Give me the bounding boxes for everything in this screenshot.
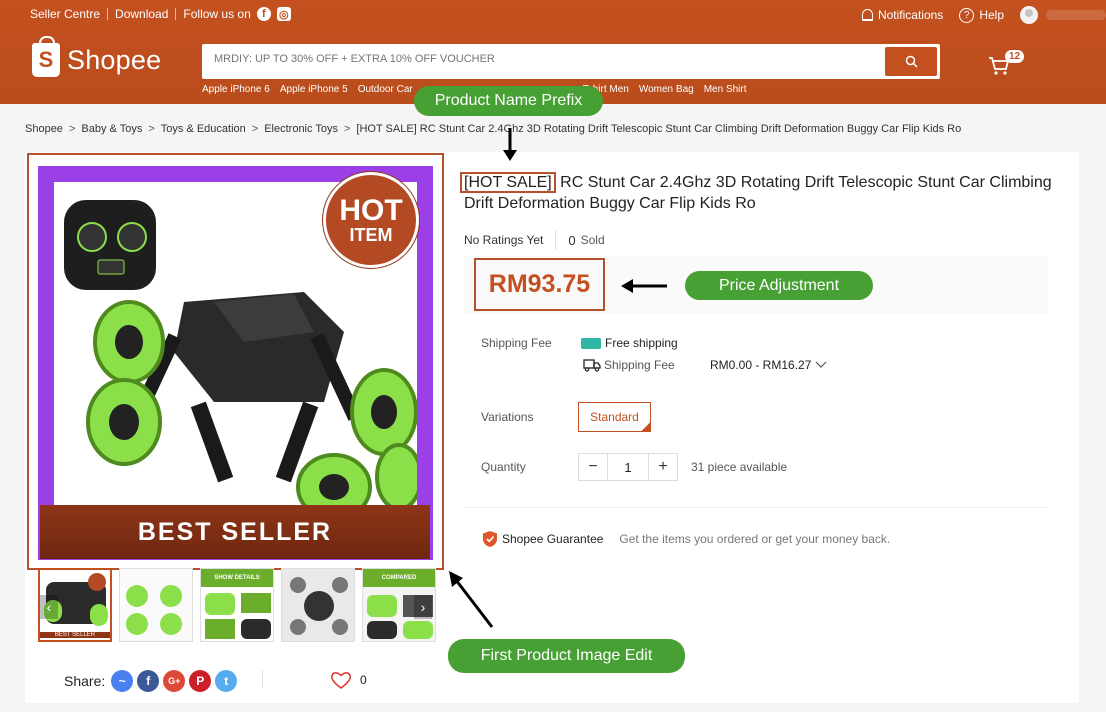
divider	[262, 670, 263, 688]
free-shipping: Free shipping	[581, 336, 678, 350]
cart-count-badge: 12	[1005, 50, 1025, 63]
thumbnail[interactable]	[119, 568, 193, 642]
logo-text: Shopee	[67, 44, 162, 75]
chevron-right-icon: >	[68, 123, 76, 135]
sold-count: 0	[568, 232, 576, 248]
avatar[interactable]	[1020, 6, 1038, 24]
shopee-logo[interactable]: S Shopee	[32, 36, 162, 77]
arrow-left-icon	[621, 279, 667, 293]
divider	[464, 507, 1048, 508]
arrow-down-icon	[503, 128, 517, 161]
search-hint[interactable]: Outdoor Car	[358, 84, 413, 95]
free-shipping-icon	[581, 337, 601, 349]
follow-us-label: Follow us on	[183, 7, 251, 21]
image-highlight-box	[27, 153, 444, 570]
search-hint[interactable]: Apple iPhone 6	[202, 84, 270, 95]
shipping-fee-dropdown[interactable]: RM0.00 - RM16.27	[710, 358, 827, 372]
notifications-label: Notifications	[877, 8, 944, 22]
breadcrumb-item[interactable]: Toys & Education	[161, 123, 246, 135]
shopping-bag-icon: S	[32, 36, 60, 77]
annotation-prefix-label: Product Name Prefix	[414, 86, 603, 116]
download-link[interactable]: Download	[115, 7, 168, 21]
annotation-price-label: Price Adjustment	[685, 271, 873, 300]
thumbnail-label: COMPARED	[381, 575, 417, 581]
thumbnail-label: SHOW DETAILS	[214, 575, 260, 581]
product-title: [HOT SALE] RC Stunt Car 2.4Ghz 3D Rotati…	[460, 172, 1064, 214]
search-icon	[905, 55, 918, 68]
divider	[555, 230, 557, 250]
thumbnail-label: BEST SELLER	[40, 632, 110, 638]
breadcrumb-item[interactable]: Shopee	[25, 123, 63, 135]
quantity-label: Quantity	[481, 460, 526, 474]
twitter-icon[interactable]: t	[215, 670, 238, 692]
search-hint[interactable]: Apple iPhone 5	[280, 84, 348, 95]
search-input[interactable]	[214, 53, 874, 65]
free-shipping-text: Free shipping	[605, 336, 678, 350]
chevron-left-icon[interactable]: ‹	[40, 595, 58, 619]
share-bar: Share: ~ f G+ P t	[64, 670, 238, 692]
chevron-right-icon: >	[251, 123, 259, 135]
breadcrumb-current: [HOT SALE] RC Stunt Car 2.4Ghz 3D Rotati…	[356, 123, 962, 135]
help-link[interactable]: ? Help	[959, 7, 1004, 23]
increase-button[interactable]: +	[649, 454, 677, 480]
ratings-row: No Ratings Yet 0 Sold	[464, 230, 605, 250]
breadcrumb: Shopee > Baby & Toys > Toys & Education …	[25, 123, 961, 135]
notifications-link[interactable]: Notifications	[861, 8, 944, 22]
stock-available: 31 piece available	[691, 460, 788, 474]
chevron-right-icon: >	[148, 123, 155, 135]
bell-icon	[861, 9, 873, 21]
instagram-icon[interactable]: ◎	[276, 7, 291, 21]
seller-centre-link[interactable]: Seller Centre	[30, 7, 100, 21]
variation-option-standard[interactable]: Standard	[578, 402, 651, 432]
facebook-icon[interactable]: f	[256, 7, 271, 21]
chevron-right-icon: >	[343, 123, 351, 135]
username[interactable]	[1046, 10, 1106, 20]
top-right-menu: Notifications ? Help	[861, 6, 1106, 24]
breadcrumb-item[interactable]: Baby & Toys	[81, 123, 142, 135]
help-icon: ?	[959, 7, 975, 23]
chevron-down-icon	[815, 361, 827, 368]
divider	[107, 8, 109, 20]
search-hint[interactable]: Women Bag	[639, 84, 694, 95]
google-plus-icon[interactable]: G+	[163, 670, 186, 692]
ratings-text: No Ratings Yet	[464, 233, 544, 247]
facebook-icon[interactable]: f	[137, 670, 160, 692]
search-bar	[202, 44, 940, 79]
truck-icon	[583, 359, 601, 372]
annotation-image-label: First Product Image Edit	[448, 639, 685, 673]
like-button[interactable]: 0	[330, 670, 367, 690]
guarantee-title: Shopee Guarantee	[502, 532, 604, 546]
breadcrumb-item[interactable]: Electronic Toys	[264, 123, 338, 135]
decrease-button[interactable]: −	[579, 454, 607, 480]
shipping-range: RM0.00 - RM16.27	[710, 358, 812, 372]
sold-label: Sold	[580, 233, 605, 247]
shipping-label: Shipping Fee	[481, 336, 552, 350]
chevron-right-icon[interactable]: ›	[414, 595, 432, 619]
thumbnail-strip: BEST SELLER SHOW DETAILS COMPARED	[38, 568, 436, 642]
thumbnail[interactable]: SHOW DETAILS	[200, 568, 274, 642]
quantity-input[interactable]: 1	[607, 454, 649, 480]
shipping-fee-label: Shipping Fee	[604, 358, 675, 372]
search-button[interactable]	[885, 47, 937, 76]
thumbnail[interactable]	[281, 568, 355, 642]
shield-icon	[483, 531, 497, 547]
messenger-icon[interactable]: ~	[111, 670, 134, 692]
product-title-prefix: [HOT SALE]	[460, 172, 556, 193]
shipping-fee-row: Shipping Fee	[583, 358, 675, 372]
search-hint[interactable]: Men Shirt	[704, 84, 747, 95]
heart-icon	[331, 672, 351, 689]
product-price: RM93.75	[474, 258, 605, 311]
variations-label: Variations	[481, 410, 534, 424]
help-label: Help	[979, 8, 1004, 22]
share-label: Share:	[64, 673, 106, 689]
guarantee-text: Get the items you ordered or get your mo…	[619, 532, 891, 546]
divider	[175, 8, 177, 20]
top-bar: Seller Centre Download Follow us on f ◎	[30, 7, 291, 21]
quantity-stepper: − 1 +	[578, 453, 678, 481]
like-count: 0	[360, 673, 367, 687]
pinterest-icon[interactable]: P	[189, 670, 212, 692]
shopee-guarantee[interactable]: Shopee Guarantee Get the items you order…	[482, 530, 890, 548]
arrow-up-left-icon	[449, 571, 494, 628]
